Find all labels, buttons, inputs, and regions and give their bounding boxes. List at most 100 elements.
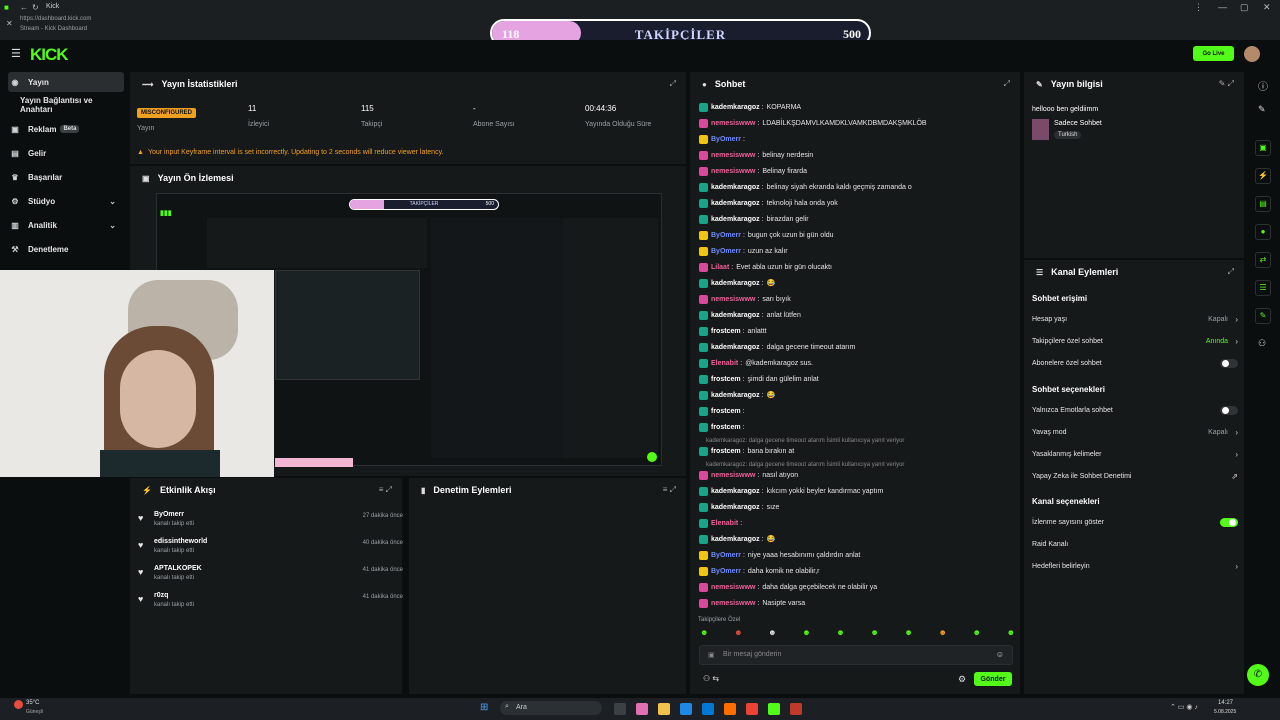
weather-temp[interactable]: 35°C [26,700,39,706]
chat-username[interactable]: ByOmerr [711,248,741,255]
chat-message[interactable]: kademkaragoz: anlat lütfen [699,308,801,322]
store-icon[interactable] [702,703,714,715]
emote-only-row[interactable]: Yalnızca Emotlarla sohbet [1032,402,1238,418]
chat-message[interactable]: nemesiswww: Belinay firarda [699,164,807,178]
chat-message[interactable]: nemesiswww: belinay nerdesin [699,148,813,162]
chat-message[interactable]: kademkaragoz: 😂 [699,532,775,546]
reload-icon[interactable]: ↻ [32,3,39,12]
emote-icon[interactable]: ☻ [904,628,912,640]
settings-gear-icon[interactable]: ⚙ [958,674,966,685]
chat-tools-icon[interactable]: ⚇ ⇆ [703,674,719,683]
windows-start-icon[interactable]: ⊞ [480,702,488,713]
chat-username[interactable]: kademkaragoz [711,312,760,319]
chat-username[interactable]: nemesiswww [711,296,755,303]
chat-username[interactable]: nemesiswww [711,168,755,175]
chat-username[interactable]: nemesiswww [711,472,755,479]
chat-username[interactable]: kademkaragoz [711,504,760,511]
emote-icon[interactable]: ☻ [836,628,844,640]
task-view-icon[interactable] [614,703,626,715]
chat-username[interactable]: frostcem [711,328,741,335]
sidebar-item-reklam[interactable]: ▣ Reklam Beta [8,119,124,139]
chat-username[interactable]: nemesiswww [711,584,755,591]
sidebar-item-gelir[interactable]: ▤ Gelir [8,143,124,163]
sidebar-item-denetleme[interactable]: ⚒ Denetleme [8,239,124,259]
sidebar-item-basarilar[interactable]: ♛ Başarılar [8,167,124,187]
slow-mode-row[interactable]: Yavaş mod Kapalı › [1032,424,1238,440]
help-chat-icon[interactable]: ✆ [1247,664,1269,686]
chat-message[interactable]: ByOmerr: uzun az kalır [699,244,788,258]
chat-username[interactable]: kademkaragoz [711,536,760,543]
emoji-picker-icon[interactable]: ☺ [996,650,1004,659]
firefox-icon[interactable] [724,703,736,715]
chat-message[interactable]: Elenabit: @kademkaragoz sus. [699,356,813,370]
back-icon[interactable]: ← [20,3,28,12]
chat-message[interactable]: kademkaragoz: 😂 [699,388,775,402]
ai-moderation-row[interactable]: Yapay Zeka ile Sohbet Denetimi ⇗ [1032,468,1238,484]
weather-alert-icon[interactable] [14,700,23,709]
chat-message[interactable]: kademkaragoz: belinay siyah ekranda kaldı… [699,180,912,194]
close-tab-icon[interactable]: ✕ [6,19,13,28]
show-viewers-row[interactable]: İzlenme sayısını göster [1032,514,1238,530]
chat-message[interactable]: kademkaragoz: teknoloji hala onda yok [699,196,838,210]
subs-chat-row[interactable]: Abonelere özel sohbet [1032,355,1238,371]
chat-message[interactable]: kademkaragoz: KOPARMA [699,100,801,114]
chat-message[interactable]: nemesiswww: daha dalga geçebilecek ne ola… [699,580,877,594]
file-explorer-icon[interactable] [658,703,670,715]
chat-message[interactable]: frostcem: bana bırakın at [699,444,794,458]
chat-message[interactable]: kademkaragoz: dalga gecene timeout atarım [699,340,855,354]
rail-link-icon[interactable]: ⇄ [1255,252,1271,268]
sidebar-item-analitik[interactable]: ▥ Analitik ⌄ [8,215,124,235]
chat-username[interactable]: nemesiswww [711,120,755,127]
chat-message[interactable]: kademkaragoz: sıze [699,500,779,514]
chat-message[interactable]: kademkaragoz: birazdan gelir [699,212,809,226]
kick-app-icon[interactable] [768,703,780,715]
clock-time[interactable]: 14:27 [1218,700,1233,706]
chat-username[interactable]: frostcem [711,408,741,415]
chat-message[interactable]: kademkaragoz: 😂 [699,276,775,290]
chat-username[interactable]: ByOmerr [711,568,741,575]
chat-username[interactable]: kademkaragoz [711,216,760,223]
chat-message[interactable]: frostcem: şimdi dan gülelim anlat [699,372,819,386]
emote-icon[interactable]: ☻ [802,628,810,640]
rail-tool-icon[interactable]: ▣ [1255,140,1271,156]
chat-username[interactable]: frostcem [711,376,741,383]
chat-message[interactable]: nemesiswww: nasıl atıyon [699,468,798,482]
rail-doc-icon[interactable]: ▤ [1255,196,1271,212]
chat-username[interactable]: Elenabit [711,520,738,527]
system-tray-icons[interactable]: ⌃ ▭ ◉ ♪ [1170,703,1198,711]
chat-message[interactable]: frostcem: [699,420,748,434]
chat-message[interactable]: Elenabit: [699,516,745,530]
chat-username[interactable]: ByOmerr [711,552,741,559]
chat-input[interactable]: ▣ Bir mesaj gönderin ☺ [699,645,1013,665]
chat-message[interactable]: nemesiswww: sarı bıyık [699,292,791,306]
show-viewers-toggle[interactable] [1220,517,1238,527]
sidebar-item-stream-key[interactable]: Yayın Bağlantısı ve Anahtarı [20,95,126,115]
chat-username[interactable]: ByOmerr [711,136,741,143]
chat-username[interactable]: kademkaragoz [711,488,760,495]
subs-chat-toggle[interactable] [1220,358,1238,368]
emote-icon[interactable]: ☻ [768,628,776,640]
rail-chat-icon[interactable]: ● [1255,224,1271,240]
expand-icon[interactable]: ⤢ [1228,267,1234,277]
chat-username[interactable]: kademkaragoz [711,392,760,399]
goals-row[interactable]: Hedefleri belirleyin › [1032,558,1238,574]
chat-username[interactable]: kademkaragoz [711,184,760,191]
chat-username[interactable]: frostcem [711,448,741,455]
chat-username[interactable]: Elenabit [711,360,738,367]
chat-username[interactable]: kademkaragoz [711,104,760,111]
chat-message[interactable]: ByOmerr: daha komik ne olabilir,r [699,564,820,578]
chat-username[interactable]: kademkaragoz [711,200,760,207]
emote-icon[interactable]: ☻ [938,628,946,640]
avatar[interactable] [1244,46,1260,62]
chat-username[interactable]: nemesiswww [711,152,755,159]
menu-dots-icon[interactable]: ⋮ [1194,2,1203,13]
chat-username[interactable]: Lilaat [711,264,729,271]
chat-username[interactable]: ByOmerr [711,232,741,239]
edge-icon[interactable] [680,703,692,715]
obs-icon[interactable] [790,703,802,715]
filter-icon[interactable]: ≡ ⤢ [663,485,676,495]
emote-icon[interactable]: ☻ [734,628,742,640]
emote-icon[interactable]: ☻ [1007,628,1015,640]
send-button[interactable]: Gönder [974,672,1012,686]
go-live-button[interactable]: Go Live [1193,46,1234,61]
